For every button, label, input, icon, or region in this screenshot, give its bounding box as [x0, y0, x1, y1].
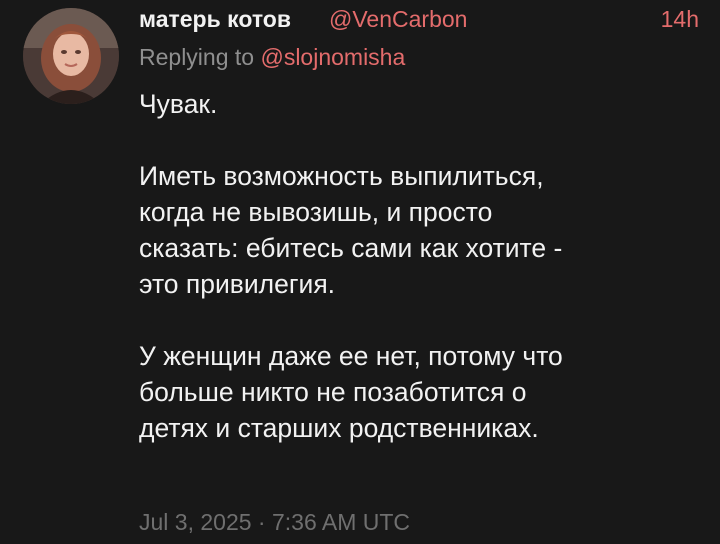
- text-line: это привилегия.: [139, 269, 336, 299]
- reply-prefix: Replying to: [139, 44, 261, 70]
- text-line: детях и старших родственниках.: [139, 413, 539, 443]
- text-line: сказать: ебитесь сами как хотите -: [139, 233, 563, 263]
- text-line: когда не вывозишь, и просто: [139, 197, 493, 227]
- post: матерь котов @VenCarbon 14h Replying to …: [0, 0, 720, 544]
- text-line: У женщин даже ее нет, потому что: [139, 341, 563, 371]
- timestamp-separator: ·: [257, 509, 266, 535]
- reply-context: Replying to @slojnomisha: [139, 44, 405, 71]
- user-handle[interactable]: @VenCarbon: [329, 6, 467, 33]
- avatar-image: [23, 8, 119, 104]
- post-text: Чувак. Иметь возможность выпилиться, ког…: [139, 86, 699, 446]
- post-date: Jul 3, 2025: [139, 509, 252, 535]
- reply-target-handle[interactable]: @slojnomisha: [260, 44, 405, 70]
- post-header: матерь котов @VenCarbon 14h: [139, 2, 699, 38]
- text-line: больше никто не позаботится о: [139, 377, 527, 407]
- avatar[interactable]: [23, 8, 119, 104]
- display-name[interactable]: матерь котов: [139, 6, 291, 33]
- text-line: Чувак.: [139, 89, 218, 119]
- relative-time[interactable]: 14h: [661, 6, 699, 33]
- post-timestamp[interactable]: Jul 3, 2025 · 7:36 AM UTC: [139, 509, 410, 536]
- post-time: 7:36 AM UTC: [271, 509, 411, 535]
- text-line: Иметь возможность выпилиться,: [139, 161, 544, 191]
